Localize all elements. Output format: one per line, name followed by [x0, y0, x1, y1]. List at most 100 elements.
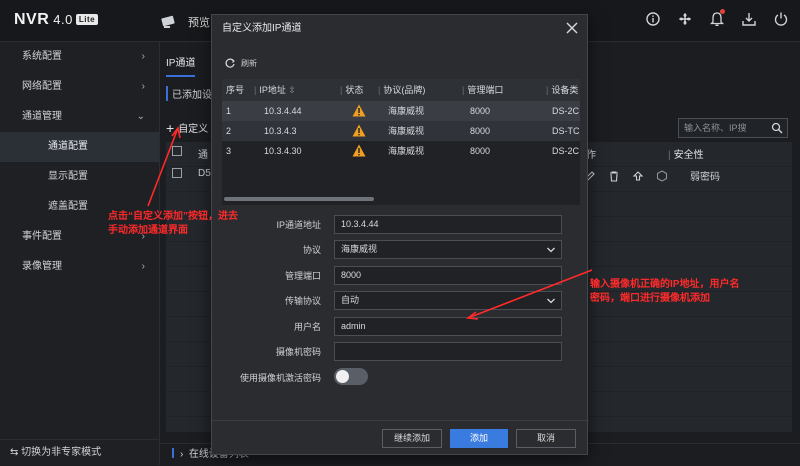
column-header-status: | 状态: [340, 85, 364, 95]
section-marker: [172, 448, 174, 458]
table-row[interactable]: 3 10.3.4.30 海康威视 8000 DS-2C: [222, 141, 580, 161]
sidebar-item-label: 网络配置: [22, 81, 62, 92]
power-icon[interactable]: [772, 10, 790, 28]
ip-field-label: IP通道地址: [276, 220, 321, 230]
username-input[interactable]: admin: [334, 317, 562, 336]
table-row[interactable]: 1 10.3.4.44 海康威视 8000 DS-2C: [222, 101, 580, 121]
sort-icon: ⇳: [288, 85, 296, 95]
row-type: DS-2C: [552, 146, 580, 156]
transport-field-label: 传输协议: [284, 296, 321, 306]
custom-add-button[interactable]: + 自定义: [166, 120, 208, 136]
switch-mode-button[interactable]: ⇆ 切换为非专家模式: [0, 439, 160, 465]
fan-icon[interactable]: [676, 10, 694, 28]
row-no: 1: [226, 106, 232, 116]
info-icon[interactable]: [644, 10, 662, 28]
close-icon[interactable]: [565, 21, 579, 35]
warning-icon: [352, 144, 366, 157]
plus-icon: +: [166, 120, 175, 136]
device-table-header: 序号 | IP地址 ⇳ | 状态 | 协议(品牌) | 管理端口 | 设备类: [222, 79, 580, 101]
sidebar-subitem-display-config[interactable]: 显示配置: [0, 162, 159, 192]
chevron-right-icon: ›: [141, 51, 145, 62]
annotation-left: 点击“自定义添加”按钮，进去 手动添加通道界面: [108, 210, 238, 238]
protocol-value: 海康威视: [341, 244, 378, 254]
sidebar-item-label: 通道管理: [22, 111, 62, 122]
continue-add-button[interactable]: 继续添加: [382, 429, 442, 448]
sidebar-item-label: 系统配置: [22, 51, 62, 62]
column-header-ip[interactable]: | IP地址 ⇳: [254, 79, 296, 101]
password-input[interactable]: [334, 342, 562, 361]
refresh-label: 刷新: [241, 58, 257, 68]
refresh-button[interactable]: 刷新: [224, 57, 257, 69]
sidebar: 系统配置 › 网络配置 › 通道管理 ⌄ 通道配置 显示配置 遮盖配置 事件配置 › 录…: [0, 42, 160, 465]
form-row-port: 管理端口 8000: [212, 266, 589, 286]
sidebar-item-system[interactable]: 系统配置 ›: [0, 42, 159, 72]
row-no: 2: [226, 126, 232, 136]
sidebar-subitem-channel-config[interactable]: 通道配置: [0, 132, 159, 162]
sidebar-item-channel[interactable]: 通道管理 ⌄: [0, 102, 159, 132]
sidebar-item-record[interactable]: 录像管理 ›: [0, 252, 159, 282]
annotation-left-line2: 手动添加通道界面: [108, 225, 188, 236]
table-scrollbar[interactable]: [224, 197, 374, 201]
column-header-channel: 通: [198, 150, 208, 161]
port-field-label: 管理端口: [284, 271, 321, 281]
delete-icon[interactable]: [608, 170, 620, 182]
search-placeholder: 输入名称、IP搜: [684, 123, 747, 133]
protocol-field-label: 协议: [302, 245, 321, 255]
row-ip: 10.3.4.3: [264, 126, 297, 136]
annotation-left-line1: 点击“自定义添加”按钮，进去: [108, 211, 238, 222]
activate-field-label: 使用摄像机激活密码: [239, 373, 321, 383]
ip-address-input[interactable]: 10.3.4.44: [334, 215, 562, 234]
switch-icon: ⇆: [10, 447, 19, 458]
logo-version: 4.0: [53, 12, 73, 27]
chevron-down-icon: [547, 298, 555, 304]
form-row-transport: 传输协议 自动: [212, 291, 589, 311]
bell-icon[interactable]: [708, 9, 726, 28]
chevron-right-icon: ›: [180, 449, 184, 460]
row-port: 8000: [470, 146, 491, 156]
settings-icon[interactable]: [656, 169, 668, 182]
select-all-checkbox[interactable]: [172, 146, 182, 156]
activate-password-toggle[interactable]: [334, 368, 368, 385]
chevron-right-icon: ›: [141, 81, 145, 92]
protocol-select[interactable]: 海康威视: [334, 240, 562, 259]
security-status: 弱密码: [690, 172, 720, 183]
row-ip: 10.3.4.44: [264, 106, 302, 116]
username-field-label: 用户名: [293, 322, 321, 332]
upgrade-icon[interactable]: [632, 170, 644, 182]
sidebar-item-label: 录像管理: [22, 261, 62, 272]
download-icon[interactable]: [740, 10, 758, 28]
row-port: 8000: [470, 106, 491, 116]
nav-preview[interactable]: 预览: [160, 10, 210, 34]
toggle-knob: [336, 370, 349, 383]
row-channel-name: D5: [198, 168, 211, 179]
search-icon[interactable]: [771, 122, 783, 134]
table-row[interactable]: 2 10.3.4.3 海康威视 8000 DS-TC: [222, 121, 580, 141]
row-protocol: 海康威视: [388, 146, 425, 156]
port-input[interactable]: 8000: [334, 266, 562, 285]
add-button[interactable]: 添加: [450, 429, 508, 448]
row-type: DS-2C: [552, 106, 580, 116]
switch-mode-label: 切换为非专家模式: [21, 447, 102, 458]
dialog-footer: 继续添加 添加 取消: [212, 420, 589, 454]
annotation-right: 输入摄像机正确的IP地址，用户名 密码，端口进行摄像机添加: [590, 278, 739, 306]
form-row-protocol: 协议 海康威视: [212, 240, 589, 260]
password-field-label: 摄像机密码: [275, 347, 321, 357]
tab-ip-channel[interactable]: IP通道: [166, 54, 196, 77]
row-ip: 10.3.4.30: [264, 146, 302, 156]
warning-icon: [352, 124, 366, 137]
column-header-protocol: | 协议(品牌): [378, 85, 426, 95]
camera-icon: [161, 15, 175, 28]
form-row-ip: IP通道地址 10.3.4.44: [212, 215, 589, 235]
transport-select[interactable]: 自动: [334, 291, 562, 310]
device-table: 序号 | IP地址 ⇳ | 状态 | 协议(品牌) | 管理端口 | 设备类 1 10.3…: [222, 79, 580, 205]
search-input[interactable]: 输入名称、IP搜: [678, 118, 788, 138]
column-header-no: 序号: [226, 85, 245, 95]
column-header-security: | 安全性: [668, 150, 704, 161]
row-checkbox[interactable]: [172, 168, 182, 178]
custom-add-label: 自定义: [178, 124, 209, 135]
sidebar-item-network[interactable]: 网络配置 ›: [0, 72, 159, 102]
row-actions: 弱密码: [584, 168, 720, 183]
chevron-down-icon: [547, 247, 555, 253]
cancel-button[interactable]: 取消: [516, 429, 576, 448]
logo-text: NVR: [14, 11, 50, 28]
